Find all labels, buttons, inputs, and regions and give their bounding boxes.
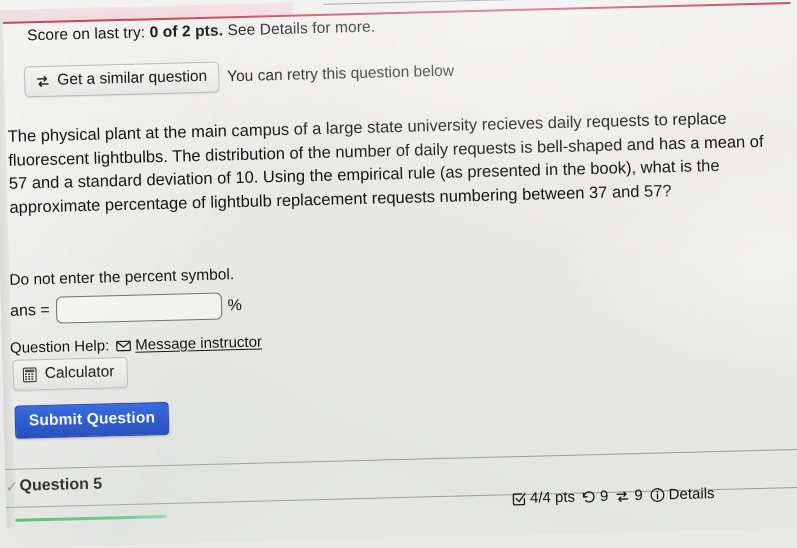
get-similar-question-label: Get a similar question bbox=[57, 67, 208, 89]
attempts-value: 9 bbox=[599, 487, 609, 505]
question-meta: 4/4 pts 9 9 Details bbox=[512, 485, 715, 507]
left-gutter bbox=[0, 9, 16, 529]
score-prefix: Score on last try: bbox=[26, 24, 146, 45]
info-circle-icon bbox=[650, 487, 665, 502]
question-divider-top bbox=[5, 448, 797, 471]
swaps-value: 9 bbox=[634, 486, 643, 505]
calculator-button[interactable]: Calculator bbox=[12, 356, 128, 391]
score-points: 0 of 2 pts. bbox=[149, 22, 224, 42]
check-icon: ✓ bbox=[5, 478, 19, 497]
swaps-group: 9 bbox=[615, 487, 643, 505]
message-instructor-label: Message instructor bbox=[135, 333, 263, 354]
next-question-title[interactable]: Question 5 bbox=[19, 476, 102, 496]
points-group: 4/4 pts bbox=[512, 489, 575, 508]
details-group[interactable]: Details bbox=[649, 485, 715, 504]
undo-arrow-icon bbox=[582, 490, 596, 504]
answer-label: ans = bbox=[9, 301, 50, 320]
answer-input[interactable] bbox=[55, 292, 222, 324]
message-instructor-link[interactable]: Message instructor bbox=[116, 334, 262, 355]
retry-row: Get a similar question You can retry thi… bbox=[23, 56, 455, 98]
question-help-row: Question Help: Message instructor bbox=[10, 334, 262, 357]
get-similar-question-button[interactable]: Get a similar question bbox=[23, 61, 220, 98]
points-value: 4/4 pts bbox=[529, 488, 576, 507]
details-label: Details bbox=[668, 485, 715, 504]
question-help-label: Question Help: bbox=[9, 337, 110, 357]
retry-note: You can retry this question below bbox=[226, 62, 455, 85]
submit-question-button[interactable]: Submit Question bbox=[14, 401, 170, 439]
attempts-group: 9 bbox=[582, 488, 609, 506]
calculator-icon bbox=[22, 366, 37, 382]
percent-sign: % bbox=[227, 296, 243, 314]
question-text: The physical plant at the main campus of… bbox=[7, 109, 764, 217]
photographed-screen-surface: Score on last try: 0 of 2 pts. See Detai… bbox=[0, 0, 797, 548]
score-suffix: See Details for more. bbox=[227, 18, 376, 40]
answer-row: ans = % bbox=[10, 292, 242, 325]
calculator-label: Calculator bbox=[44, 363, 115, 383]
swap-arrows-icon bbox=[615, 489, 630, 503]
swap-arrows-icon bbox=[35, 73, 50, 88]
answer-instruction: Do not enter the percent symbol. bbox=[9, 266, 235, 289]
checkbox-check-icon bbox=[512, 491, 526, 506]
envelope-icon bbox=[116, 339, 132, 351]
score-status-line: Score on last try: 0 of 2 pts. See Detai… bbox=[27, 19, 375, 46]
progress-bar bbox=[15, 514, 167, 522]
assignment-page: Score on last try: 0 of 2 pts. See Detai… bbox=[0, 0, 797, 529]
